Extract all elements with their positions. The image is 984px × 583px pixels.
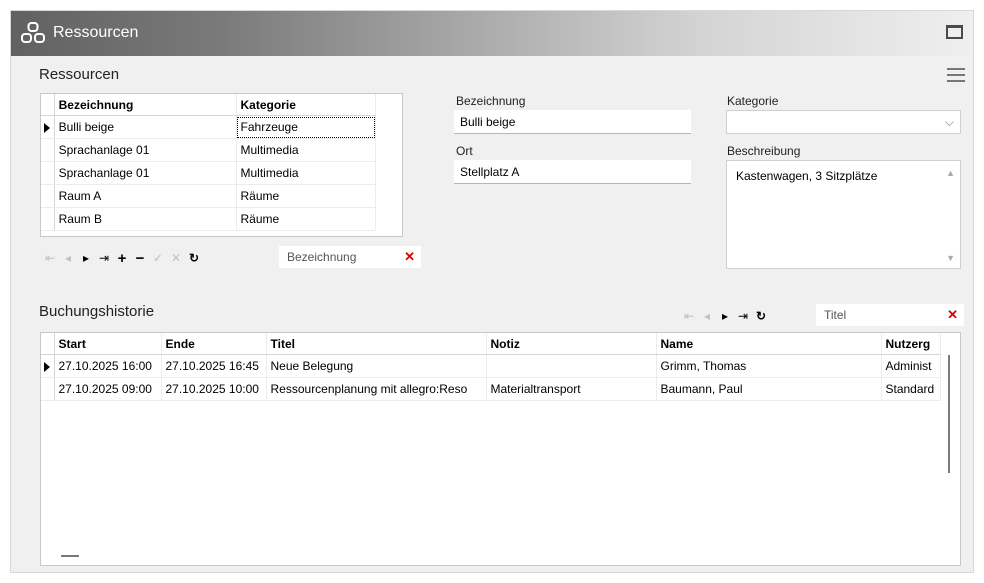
table-cell[interactable]: Grimm, Thomas [656, 354, 882, 378]
beschreibung-textarea[interactable]: Kastenwagen, 3 Sitzplätze [734, 167, 928, 261]
bezeichnung-label: Bezeichnung [456, 94, 526, 108]
table-cell[interactable]: 27.10.2025 16:00 [54, 354, 162, 378]
table-row[interactable]: Sprachanlage 01 Multimedia [41, 161, 377, 185]
history-vertical-scrollbar[interactable] [948, 355, 950, 473]
refresh-icon[interactable]: ↻ [186, 250, 202, 266]
row-indicator-header [41, 333, 55, 355]
row-indicator [41, 161, 55, 185]
kategorie-combobox[interactable]: ⌵ [726, 110, 961, 134]
resources-logo-icon [21, 22, 45, 43]
table-row[interactable]: Bulli beige Fahrzeuge [41, 115, 377, 139]
table-cell[interactable]: Materialtransport [486, 377, 657, 401]
table-cell[interactable]: Raum A [54, 184, 237, 208]
row-indicator [41, 115, 55, 139]
chevron-down-icon[interactable]: ⌵ [945, 115, 954, 130]
hamburger-menu-icon[interactable] [947, 68, 965, 82]
column-header-start[interactable]: Start [54, 333, 162, 355]
last-record-icon[interactable]: ⇥ [96, 250, 112, 266]
table-cell[interactable]: Sprachanlage 01 [54, 138, 237, 162]
resources-filter-input[interactable] [285, 249, 399, 265]
column-header-titel[interactable]: Titel [266, 333, 487, 355]
resources-header-row: Bezeichnung Kategorie [41, 94, 377, 116]
first-record-icon[interactable]: ⇤ [42, 250, 58, 266]
table-cell[interactable]: 27.10.2025 09:00 [54, 377, 162, 401]
bezeichnung-field[interactable] [454, 110, 691, 134]
table-cell[interactable]: Standard [881, 377, 941, 401]
table-cell[interactable]: Räume [236, 207, 377, 231]
resources-grid[interactable]: Bezeichnung Kategorie Bulli beige Fahrze… [40, 93, 403, 237]
column-header-kategorie[interactable]: Kategorie [236, 94, 377, 116]
ort-input[interactable] [460, 165, 685, 179]
last-record-icon[interactable]: ⇥ [735, 308, 751, 324]
column-header-nutzergruppe[interactable]: Nutzerg [881, 333, 941, 355]
table-cell[interactable]: Administ [881, 354, 941, 378]
table-cell[interactable]: 27.10.2025 16:45 [161, 354, 267, 378]
post-record-icon[interactable]: ✓ [150, 250, 166, 266]
history-horizontal-scrollbar[interactable] [61, 555, 79, 557]
scroll-down-icon[interactable]: ▼ [946, 253, 955, 263]
table-cell[interactable]: Raum B [54, 207, 237, 231]
window-title: Ressourcen [53, 24, 139, 41]
title-bar: Ressourcen [11, 11, 973, 56]
table-cell[interactable]: Bulli beige [54, 115, 237, 139]
column-header-bezeichnung[interactable]: Bezeichnung [54, 94, 237, 116]
bezeichnung-input[interactable] [460, 115, 685, 129]
prior-record-icon[interactable]: ◂ [699, 308, 715, 324]
table-row[interactable]: Raum B Räume [41, 207, 377, 231]
row-indicator-header [41, 94, 55, 116]
history-header-row: Start Ende Titel Notiz Name Nutzerg [41, 333, 941, 355]
prior-record-icon[interactable]: ◂ [60, 250, 76, 266]
column-header-notiz[interactable]: Notiz [486, 333, 657, 355]
resources-filter-box: ✕ [279, 246, 421, 268]
add-record-icon[interactable]: + [114, 250, 130, 267]
ort-label: Ort [456, 144, 473, 158]
resources-navigator: ⇤ ◂ ▸ ⇥ + − ✓ ✕ ↻ [42, 249, 204, 267]
row-indicator [41, 354, 55, 378]
row-indicator [41, 207, 55, 231]
row-indicator [41, 184, 55, 208]
first-record-icon[interactable]: ⇤ [681, 308, 697, 324]
maximize-icon[interactable] [946, 25, 963, 39]
row-indicator [41, 377, 55, 401]
table-row[interactable]: 27.10.2025 16:00 27.10.2025 16:45 Neue B… [41, 354, 941, 378]
clear-filter-icon[interactable]: ✕ [947, 307, 958, 323]
kategorie-label: Kategorie [727, 94, 779, 108]
delete-record-icon[interactable]: − [132, 250, 148, 267]
table-cell[interactable]: Räume [236, 184, 377, 208]
column-header-name[interactable]: Name [656, 333, 882, 355]
beschreibung-label: Beschreibung [727, 144, 801, 158]
clear-filter-icon[interactable]: ✕ [404, 249, 415, 265]
table-cell[interactable]: Fahrzeuge [236, 115, 377, 139]
table-row[interactable]: Sprachanlage 01 Multimedia [41, 138, 377, 162]
history-grid[interactable]: Start Ende Titel Notiz Name Nutzerg 27.1… [40, 332, 961, 566]
table-cell[interactable]: Multimedia [236, 138, 377, 162]
table-cell[interactable]: Multimedia [236, 161, 377, 185]
history-filter-input[interactable] [822, 307, 936, 323]
ort-field[interactable] [454, 160, 691, 184]
table-cell[interactable]: Ressourcenplanung mit allegro:Reso [266, 377, 487, 401]
table-cell[interactable]: Baumann, Paul [656, 377, 882, 401]
table-row[interactable]: 27.10.2025 09:00 27.10.2025 10:00 Ressou… [41, 377, 941, 401]
history-filter-box: ✕ [816, 304, 964, 326]
history-section-title: Buchungshistorie [39, 303, 155, 320]
scroll-up-icon[interactable]: ▲ [946, 168, 955, 178]
resources-window: Ressourcen Ressourcen Bezeichnung Katego… [10, 10, 974, 573]
refresh-icon[interactable]: ↻ [753, 308, 769, 324]
table-cell[interactable]: Neue Belegung [266, 354, 487, 378]
cancel-edit-icon[interactable]: ✕ [168, 250, 184, 266]
resources-section-title: Ressourcen [39, 66, 120, 83]
row-indicator [41, 138, 55, 162]
current-row-pointer-icon [44, 122, 50, 133]
column-header-ende[interactable]: Ende [161, 333, 267, 355]
table-cell[interactable] [486, 354, 657, 378]
current-row-pointer-icon [44, 361, 50, 372]
next-record-icon[interactable]: ▸ [78, 250, 94, 266]
table-row[interactable]: Raum A Räume [41, 184, 377, 208]
beschreibung-memo[interactable]: Kastenwagen, 3 Sitzplätze ▲ ▼ [726, 160, 961, 269]
history-navigator: ⇤ ◂ ▸ ⇥ ↻ [681, 307, 771, 325]
next-record-icon[interactable]: ▸ [717, 308, 733, 324]
table-cell[interactable]: 27.10.2025 10:00 [161, 377, 267, 401]
table-cell[interactable]: Sprachanlage 01 [54, 161, 237, 185]
